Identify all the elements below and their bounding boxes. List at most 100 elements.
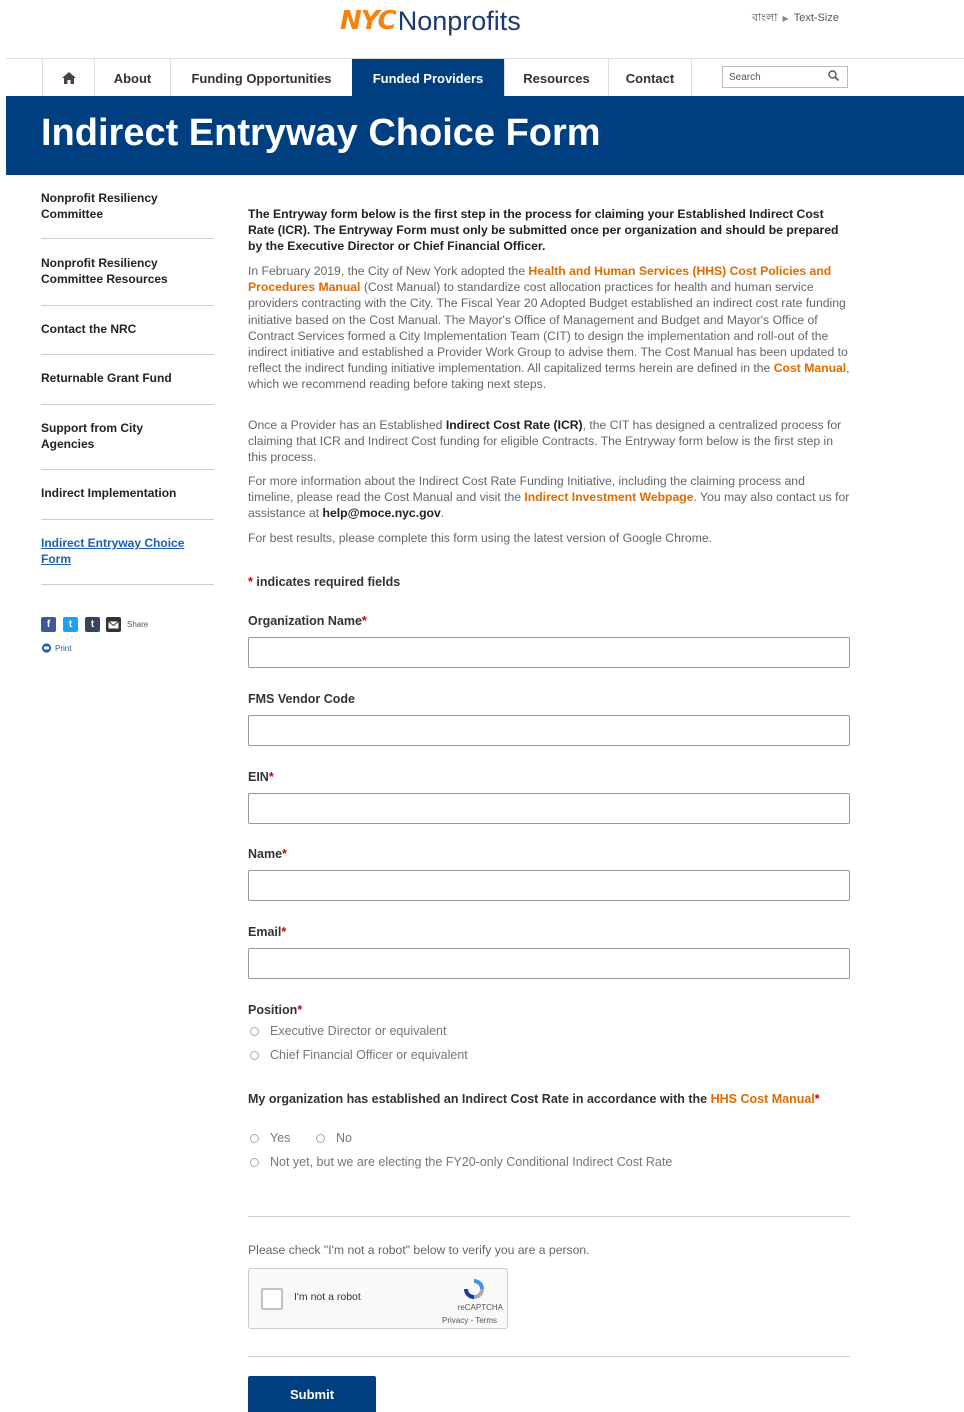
organization-name-label-text: Organization Name (248, 614, 362, 628)
radio-button[interactable] (316, 1133, 325, 1143)
intro-paragraph-3: For more information about the Indirect … (248, 473, 852, 522)
position-label: Position* (248, 1003, 302, 1017)
sidebar-divider (41, 238, 214, 239)
radio-label: Chief Financial Officer or equivalent (270, 1048, 468, 1062)
name-label-text: Name (248, 847, 283, 861)
required-star: * (814, 1092, 820, 1106)
radio-label: Executive Director or equivalent (270, 1024, 447, 1038)
submit-button[interactable]: Submit (248, 1376, 376, 1412)
search-input[interactable]: Search (722, 66, 848, 88)
sidebar-divider (41, 469, 214, 470)
twitter-icon[interactable]: t (63, 617, 78, 632)
organization-name-field[interactable] (248, 637, 850, 668)
icr-question-label: My organization has established an Indir… (248, 1090, 838, 1109)
sidebar-item-returnable-grant-fund[interactable]: Returnable Grant Fund (41, 370, 215, 386)
caret-right-icon: ▶ (782, 14, 789, 23)
sidebar-divider (41, 584, 214, 585)
page-banner: Indirect Entryway Choice Form (6, 96, 964, 175)
search-placeholder: Search (729, 71, 761, 83)
position-option-executive-director[interactable]: Executive Director or equivalent (248, 1024, 446, 1038)
radio-button[interactable] (250, 1133, 259, 1143)
required-note-text: indicates required fields (256, 575, 401, 589)
ein-field[interactable] (248, 793, 850, 824)
fms-vendor-code-field[interactable] (248, 715, 850, 746)
p3-text-c: . (440, 506, 445, 521)
email-label: Email* (248, 925, 286, 939)
icr-option-conditional[interactable]: Not yet, but we are electing the FY20-on… (248, 1155, 672, 1169)
form-divider (248, 1356, 850, 1357)
organization-name-label: Organization Name* (248, 614, 367, 628)
icr-question-text: My organization has established an Indir… (248, 1092, 711, 1106)
sidebar-item-contact-nrc[interactable]: Contact the NRC (41, 321, 215, 337)
page-title: Indirect Entryway Choice Form (41, 112, 601, 154)
intro-paragraph-4: For best results, please complete this f… (248, 531, 713, 545)
required-star: * (361, 614, 367, 628)
cost-manual-link[interactable]: Cost Manual (774, 361, 846, 375)
radio-label: No (336, 1131, 352, 1145)
print-icon (41, 643, 52, 653)
sidebar-item-nonprofit-resiliency-committee[interactable]: Nonprofit Resiliency Committee (41, 190, 215, 222)
sidebar-item-indirect-entryway-choice-form[interactable]: Indirect Entryway Choice Form (41, 535, 211, 567)
fms-vendor-code-label-text: FMS Vendor Code (248, 692, 355, 706)
recaptcha-privacy-terms[interactable]: Privacy - Terms (442, 1316, 497, 1325)
nav-resources[interactable]: Resources (504, 59, 608, 97)
required-star: * (268, 770, 274, 784)
print-label: Print (55, 643, 72, 653)
email-field[interactable] (248, 948, 850, 979)
radio-label: Not yet, but we are electing the FY20-on… (270, 1155, 673, 1169)
radio-button[interactable] (250, 1026, 259, 1036)
nav-home[interactable] (42, 59, 94, 97)
sidebar-item-support-city-agencies[interactable]: Support from City Agencies (41, 420, 171, 452)
sidebar-divider (41, 519, 214, 520)
name-field[interactable] (248, 870, 850, 901)
icr-option-no[interactable]: No (314, 1131, 352, 1145)
hhs-cost-manual-question-link[interactable]: HHS Cost Manual (711, 1092, 815, 1106)
required-note: * indicates required fields (248, 575, 400, 589)
email-icon[interactable] (106, 617, 121, 632)
print-link[interactable]: Print (41, 643, 71, 653)
tumblr-icon[interactable]: t (85, 617, 100, 632)
required-star: * (282, 847, 287, 861)
intro-paragraph-2: Once a Provider has an Established Indir… (248, 417, 852, 466)
p2-icr-bold: Indirect Cost Rate (ICR) (445, 418, 583, 432)
facebook-icon[interactable]: f (41, 617, 56, 632)
sidebar-divider (41, 404, 214, 405)
position-label-text: Position (248, 1003, 298, 1017)
ein-label-text: EIN (248, 770, 269, 784)
intro-lead: The Entryway form below is the first ste… (248, 207, 839, 254)
radio-button[interactable] (250, 1050, 259, 1060)
recaptcha-logo-icon (464, 1279, 484, 1299)
sidebar-divider (41, 354, 214, 355)
logo-nyc: NYC (340, 6, 397, 36)
form-divider (248, 1216, 850, 1217)
position-option-cfo[interactable]: Chief Financial Officer or equivalent (248, 1048, 468, 1062)
search-icon[interactable] (828, 70, 840, 84)
share-label[interactable]: Share (127, 620, 148, 629)
text-size-toggle[interactable]: Text-Size (794, 12, 839, 24)
nav-funding-opportunities[interactable]: Funding Opportunities (170, 59, 352, 97)
ein-label: EIN* (248, 770, 274, 784)
main-nav: About Funding Opportunities Funded Provi… (6, 58, 964, 97)
nyc-nonprofits-logo[interactable]: NYC Nonprofits (340, 4, 521, 38)
recaptcha-checkbox[interactable] (261, 1288, 283, 1310)
p1-text-a: In February 2019, the City of New York a… (248, 264, 529, 278)
recaptcha-label: I'm not a robot (294, 1291, 361, 1303)
indirect-investment-webpage-link[interactable]: Indirect Investment Webpage (524, 490, 693, 504)
help-email-link[interactable]: help@moce.nyc.gov (323, 506, 441, 520)
radio-button[interactable] (250, 1157, 259, 1167)
required-star: * (281, 925, 287, 939)
nav-contact[interactable]: Contact (608, 59, 692, 97)
fms-vendor-code-label: FMS Vendor Code (248, 692, 355, 706)
p1-text-b: (Cost Manual) to standardize cost alloca… (248, 280, 848, 376)
nav-about[interactable]: About (94, 59, 170, 97)
nav-funded-providers[interactable]: Funded Providers (352, 59, 504, 97)
recaptcha-brand: reCAPTCHA (457, 1303, 503, 1312)
sidebar-item-nrc-resources[interactable]: Nonprofit Resiliency Committee Resources (41, 255, 215, 287)
captcha-prompt: Please check "I'm not a robot" below to … (248, 1243, 590, 1257)
language-text-size: বাংলা ▶ Text-Size (752, 9, 839, 28)
logo-text: Nonprofits (397, 5, 521, 36)
sidebar-divider (41, 305, 214, 306)
sidebar-item-indirect-implementation[interactable]: Indirect Implementation (41, 485, 215, 501)
icr-option-yes[interactable]: Yes (248, 1131, 290, 1145)
language-link[interactable]: বাংলা (752, 12, 777, 24)
